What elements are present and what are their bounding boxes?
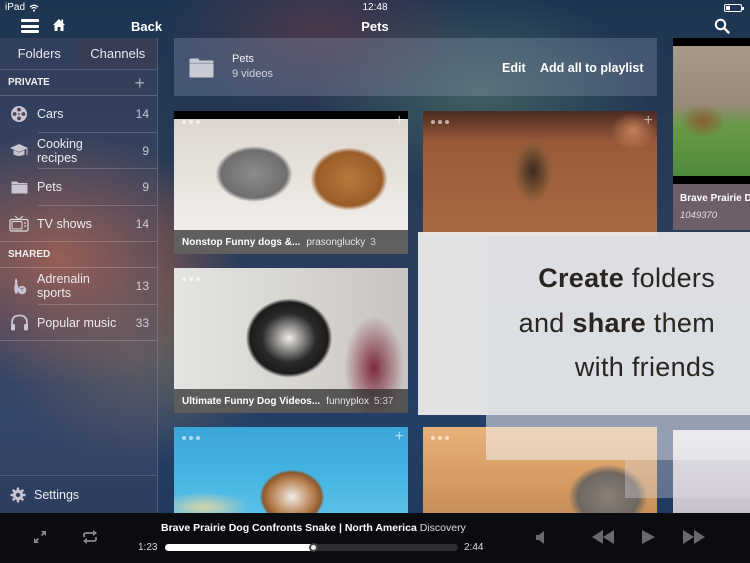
headphones-icon: [9, 313, 29, 333]
sidebar-item-cars[interactable]: Cars 14: [0, 96, 157, 133]
more-options-icon[interactable]: [182, 436, 200, 440]
video-card[interactable]: +: [174, 427, 408, 513]
promo-overlay: Create folders and share them with frien…: [418, 232, 750, 415]
fast-forward-icon[interactable]: [683, 530, 705, 544]
video-caption: Ultimate Funny Dog Videos... funnyplox 5…: [174, 389, 408, 413]
sidebar-item-tv-shows[interactable]: TV shows 14: [0, 206, 157, 243]
more-options-icon[interactable]: [182, 120, 200, 124]
now-playing-title: Brave Prairie Dog Confronts Snake | Nort…: [161, 522, 466, 534]
current-time: 1:23: [138, 542, 158, 553]
add-to-playlist-icon[interactable]: +: [395, 429, 404, 445]
repeat-icon[interactable]: [81, 529, 99, 545]
promo-overlay-fragment: [486, 415, 750, 460]
sidebar-item-pets[interactable]: Pets 9: [0, 169, 157, 206]
promo-line-2: and share them: [518, 308, 715, 338]
page-title: Pets: [361, 19, 389, 34]
edit-button[interactable]: Edit: [502, 61, 526, 75]
film-reel-icon: [9, 104, 29, 124]
settings-button[interactable]: Settings: [0, 475, 157, 513]
volume-icon[interactable]: [536, 531, 546, 544]
nav-bar: Back Pets: [0, 16, 750, 38]
folder-video-count: 9 videos: [232, 68, 273, 80]
video-card[interactable]: Ultimate Funny Dog Videos... funnyplox 5…: [174, 268, 408, 413]
section-label: SHARED: [8, 249, 51, 260]
sidebar-item-count: 9: [142, 143, 149, 158]
settings-label: Settings: [34, 487, 80, 502]
progress-slider[interactable]: [165, 543, 458, 552]
total-time: 2:44: [464, 542, 484, 553]
sidebar-item-count: 14: [135, 216, 149, 231]
promo-line-1: Create folders: [538, 263, 715, 293]
folder-name: Pets: [232, 53, 255, 65]
player-bar: Brave Prairie Dog Confronts Snake | Nort…: [0, 513, 750, 563]
sidebar-item-adrenalin-sports[interactable]: Adrenalin sports 13: [0, 268, 157, 305]
battery-icon: [724, 4, 744, 12]
sidebar-tabs: Folders Channels: [0, 38, 157, 70]
fullscreen-icon[interactable]: [33, 530, 47, 544]
folder-icon: [9, 177, 29, 197]
more-options-icon[interactable]: [431, 120, 449, 124]
folder-icon: [189, 58, 214, 78]
sidebar: Folders Channels PRIVATE + Cars 14 Cooki…: [0, 38, 158, 513]
video-info-panel: Brave Prairie D 1049370: [673, 184, 750, 230]
section-header-private: PRIVATE +: [0, 70, 157, 96]
rewind-icon[interactable]: [592, 530, 614, 544]
video-card[interactable]: + Nonstop Funny dogs &... prasonglucky 3: [174, 111, 408, 254]
promo-line-3: with friends: [574, 352, 715, 382]
sidebar-item-label: Cars: [37, 107, 64, 122]
sidebar-item-label: Adrenalin sports: [37, 272, 90, 301]
gear-icon: [10, 487, 26, 502]
video-title: Brave Prairie D: [680, 193, 750, 204]
more-options-icon[interactable]: [431, 436, 449, 440]
folder-header: Pets 9 videos Edit Add all to playlist: [174, 38, 657, 96]
video-caption: Nonstop Funny dogs &... prasonglucky 3: [174, 230, 408, 254]
sidebar-item-label: TV shows: [37, 216, 92, 231]
sidebar-item-label: Pets: [37, 180, 63, 195]
video-thumbnail: [423, 111, 657, 236]
sidebar-item-cooking-recipes[interactable]: Cooking recipes 9: [0, 133, 157, 170]
sidebar-item-count: 14: [135, 107, 149, 122]
sidebar-item-count: 33: [135, 315, 149, 330]
video-channel: funnyplox: [326, 395, 369, 407]
sidebar-item-count: 13: [135, 279, 149, 294]
bowling-icon: [9, 276, 29, 296]
video-duration: 5:37: [373, 395, 394, 407]
sidebar-item-label: Cooking recipes: [37, 136, 83, 165]
search-icon[interactable]: [714, 18, 730, 34]
add-folder-button[interactable]: +: [134, 70, 145, 96]
promo-overlay-fragment: [625, 460, 750, 498]
sidebar-item-popular-music[interactable]: Popular music 33: [0, 305, 157, 342]
video-title: Ultimate Funny Dog Videos...: [182, 395, 321, 407]
sidebar-item-label: Popular music: [37, 315, 117, 330]
tab-channels[interactable]: Channels: [78, 38, 157, 69]
video-views: 1049370: [680, 210, 717, 221]
tv-icon: [9, 214, 29, 234]
progress-knob[interactable]: [309, 543, 319, 552]
video-card[interactable]: Brave Prairie D 1049370: [673, 38, 750, 230]
add-to-playlist-icon[interactable]: +: [395, 113, 404, 129]
play-icon[interactable]: [642, 530, 655, 544]
video-duration: 3: [370, 236, 376, 248]
video-card[interactable]: +: [423, 111, 657, 236]
section-header-shared: SHARED: [0, 242, 157, 268]
video-title: Nonstop Funny dogs &...: [182, 236, 301, 248]
add-to-playlist-icon[interactable]: +: [644, 113, 653, 129]
video-channel: prasonglucky: [306, 236, 366, 248]
tab-folders[interactable]: Folders: [0, 38, 79, 69]
status-bar: iPad 12:48: [0, 0, 750, 16]
video-thumbnail: [174, 427, 408, 513]
video-thumbnail: [673, 46, 750, 176]
clock: 12:48: [362, 2, 388, 13]
more-options-icon[interactable]: [182, 277, 200, 281]
add-all-to-playlist-button[interactable]: Add all to playlist: [540, 61, 644, 75]
section-label: PRIVATE: [8, 77, 50, 88]
sidebar-item-count: 9: [142, 180, 149, 195]
graduation-cap-icon: [9, 141, 29, 161]
progress-fill: [165, 544, 314, 551]
